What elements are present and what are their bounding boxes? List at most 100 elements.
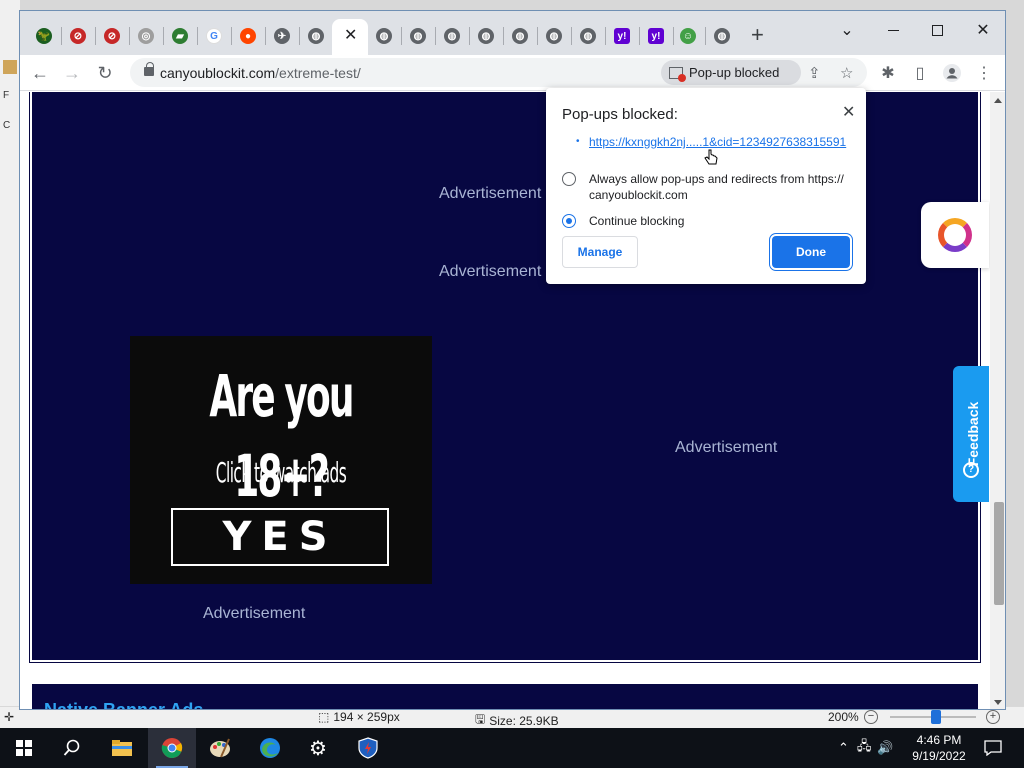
green-dino-icon[interactable]: 🦖 — [36, 28, 52, 44]
hand-cursor-icon — [704, 149, 718, 165]
notification-center[interactable] — [984, 728, 1002, 768]
tab-separator — [61, 27, 62, 45]
zoom-slider-thumb[interactable] — [931, 710, 941, 724]
arrow-right-icon: → — [63, 62, 81, 83]
yahoo-icon[interactable]: y! — [614, 28, 630, 44]
globe-icon[interactable]: ◍ — [410, 28, 426, 44]
allow-popups-radio[interactable] — [562, 172, 576, 186]
maximize-button[interactable] — [914, 16, 960, 44]
google-icon[interactable]: G — [206, 28, 222, 44]
globe-icon[interactable]: ◍ — [376, 28, 392, 44]
continue-blocking-label[interactable]: Continue blocking — [589, 213, 684, 229]
maximize-icon — [931, 24, 943, 36]
zoom-in-button[interactable]: + — [986, 710, 1000, 724]
section-title: Native Banner Ads — [44, 700, 204, 710]
ad-subheadline: Click to watch ads — [215, 456, 347, 489]
paint-icon — [210, 738, 230, 758]
close-icon[interactable]: ✕ — [842, 102, 855, 122]
globe-icon[interactable]: ◍ — [444, 28, 460, 44]
profile-icon[interactable] — [942, 63, 962, 83]
tab-separator — [197, 27, 198, 45]
done-button[interactable]: Done — [772, 236, 850, 268]
bookmark-star-icon[interactable]: ☆ — [840, 64, 853, 82]
tab-separator — [705, 27, 706, 45]
airplane-icon[interactable]: ✈ — [274, 28, 290, 44]
tab-separator — [571, 27, 572, 45]
windows-start-icon — [16, 740, 32, 756]
globe-icon[interactable]: ◍ — [546, 28, 562, 44]
blocked-red-icon[interactable]: ⊘ — [70, 28, 86, 44]
background-tool-icon: F — [3, 90, 10, 101]
taskbar-security[interactable] — [344, 728, 392, 768]
age-ad-banner[interactable]: Are you 18+? Click to watch ads YES — [130, 336, 432, 584]
globe-icon[interactable]: ◍ — [512, 28, 528, 44]
url-text[interactable]: canyoublockit.com/extreme-test/ — [160, 65, 361, 81]
back-button[interactable]: ← — [28, 61, 52, 85]
show-hidden-icons[interactable]: ⌃ — [838, 740, 849, 756]
move-icon: ✛ — [4, 710, 15, 724]
forward-button[interactable]: → — [60, 61, 84, 85]
tab-search-button[interactable]: ⌄ — [824, 16, 870, 44]
volume-icon[interactable]: 🔊 — [877, 740, 893, 756]
arrow-left-icon: ← — [31, 62, 49, 83]
close-tab-icon[interactable]: ✕ — [344, 28, 357, 44]
reddit-icon[interactable]: ● — [240, 28, 256, 44]
extensions-icon[interactable]: ✱ — [878, 63, 898, 83]
feedback-tab[interactable]: Feedback ? — [953, 366, 989, 502]
select-icon: ⬚ — [318, 710, 330, 724]
clock-time: 4:46 PM — [916, 733, 962, 747]
taskbar-file-explorer[interactable] — [98, 728, 146, 768]
browser-toolbar: ← → ↻ canyoublockit.com/extreme-test/ Po… — [20, 55, 1005, 91]
popup-blocked-chip[interactable]: Pop-up blocked — [661, 60, 801, 85]
globe-icon[interactable]: ◍ — [308, 28, 324, 44]
notification-icon — [984, 740, 1002, 756]
system-tray: ⌃ 🖧 🔊 — [838, 728, 894, 768]
chrome-icon[interactable]: ◎ — [138, 28, 154, 44]
scroll-up-arrow-icon[interactable] — [994, 98, 1002, 103]
taskbar-paint[interactable] — [196, 728, 244, 768]
scrollbar-thumb[interactable] — [994, 502, 1004, 605]
tab-separator — [503, 27, 504, 45]
continue-blocking-radio[interactable] — [562, 214, 576, 228]
taskbar-search-button[interactable] — [48, 728, 96, 768]
minimize-button[interactable] — [870, 16, 916, 44]
ad-yes-button[interactable]: YES — [171, 508, 389, 566]
globe-icon[interactable]: ◍ — [580, 28, 596, 44]
site-logo-badge[interactable] — [921, 202, 989, 268]
new-tab-button[interactable]: + — [751, 24, 764, 46]
share-icon[interactable]: ⇪ — [808, 64, 821, 82]
native-banner-panel: Native Banner Ads — [30, 682, 980, 710]
start-button[interactable] — [0, 728, 48, 768]
zoom-out-button[interactable]: − — [864, 710, 878, 724]
bookmark-icon[interactable]: ▰ — [172, 28, 188, 44]
ad-label: Advertisement — [439, 263, 542, 280]
close-window-button[interactable]: ✕ — [960, 16, 1005, 44]
taskbar-chrome[interactable] — [148, 728, 196, 768]
menu-kebab-icon[interactable]: ⋮ — [974, 63, 994, 83]
bullet-icon: • — [576, 136, 580, 147]
globe-icon[interactable]: ◍ — [714, 28, 730, 44]
taskbar-settings[interactable]: ⚙ — [294, 728, 342, 768]
background-window-left-strip: F C — [0, 0, 20, 728]
reload-button[interactable]: ↻ — [93, 61, 117, 85]
scroll-down-arrow-icon[interactable] — [994, 700, 1002, 705]
tab-separator — [605, 27, 606, 45]
yahoo-icon[interactable]: y! — [648, 28, 664, 44]
lock-icon — [144, 62, 154, 76]
tab-separator — [163, 27, 164, 45]
globe-icon[interactable]: ◍ — [478, 28, 494, 44]
address-bar[interactable]: canyoublockit.com/extreme-test/ Pop-up b… — [130, 58, 867, 87]
taskbar-edge[interactable] — [246, 728, 294, 768]
blocked-red-icon[interactable]: ⊘ — [104, 28, 120, 44]
network-icon[interactable]: 🖧 — [857, 737, 872, 759]
side-panel-icon[interactable]: ▯ — [910, 63, 930, 83]
tab-separator — [265, 27, 266, 45]
allow-popups-label[interactable]: Always allow pop-ups and redirects from … — [589, 171, 844, 203]
person-icon[interactable]: ☺ — [680, 28, 696, 44]
tab-separator — [673, 27, 674, 45]
ad-label: Advertisement — [439, 185, 542, 202]
page-scrollbar[interactable] — [990, 92, 1005, 709]
manage-button[interactable]: Manage — [562, 236, 638, 268]
taskbar-clock[interactable]: 4:46 PM 9/19/2022 — [906, 732, 972, 764]
blocked-popup-link[interactable]: https://kxnggkh2nj.....1&cid=12349276383… — [589, 135, 846, 149]
